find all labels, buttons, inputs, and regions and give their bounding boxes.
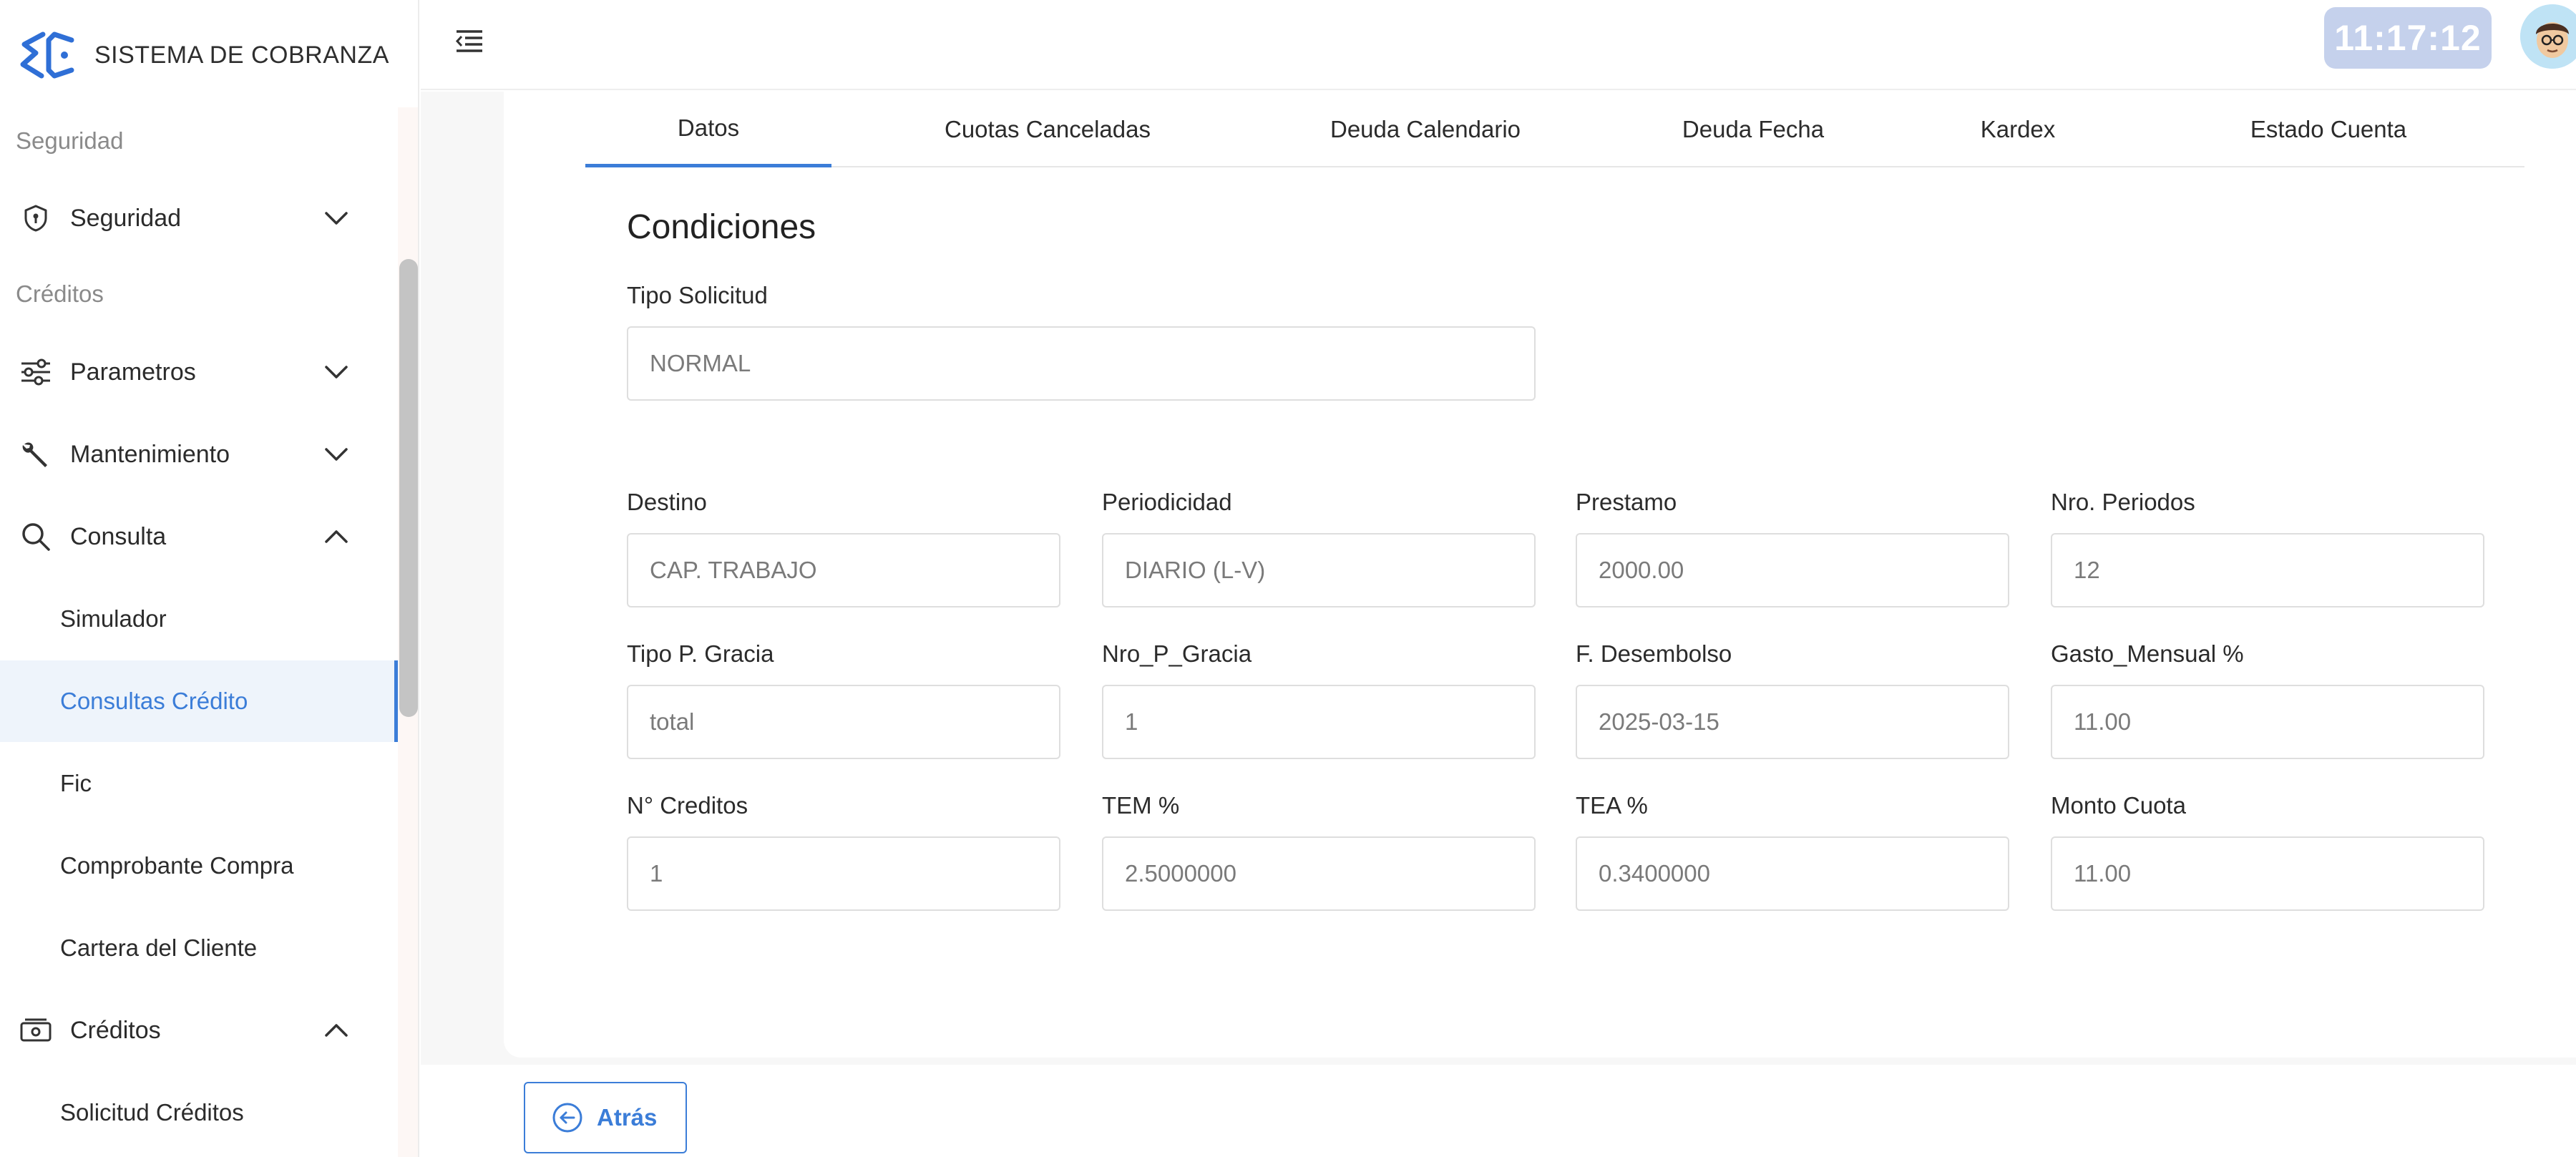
gasto-mensual-field[interactable] [2051,685,2484,759]
tea-field[interactable] [1576,836,2009,911]
field-label-gasto-mensual: Gasto_Mensual % [2051,640,2244,667]
chevron-up-icon [325,1024,348,1037]
tab-deuda-fecha[interactable]: Deuda Fecha [1631,92,1875,167]
field-label-prestamo: Prestamo [1576,489,1677,515]
sidebar-subitem-label: Comprobante Compra [60,852,294,879]
sidebar-subitem-label: Fic [60,770,92,796]
section-title-creditos: Créditos [16,280,104,307]
field-label-nro-periodos: Nro. Periodos [2051,489,2195,515]
shield-icon [19,201,53,235]
sidebar-subitem-simulador[interactable]: Simulador [0,578,398,660]
sidebar-item-label: Parametros [70,358,196,386]
section-title-seguridad: Seguridad [16,127,124,154]
field-label-tipo-solicitud: Tipo Solicitud [627,282,768,308]
sidebar-subitem-consultas-credito[interactable]: Consultas Crédito [0,660,398,742]
tipo-solicitud-field[interactable] [627,326,1536,401]
avatar[interactable] [2520,4,2576,69]
user-avatar-icon [2520,4,2576,69]
field-label-tipo-p-gracia: Tipo P. Gracia [627,640,774,667]
brand[interactable]: SISTEMA DE COBRANZA [14,29,389,82]
section-heading: Condiciones [627,208,816,246]
n-creditos-field[interactable] [627,836,1060,911]
sidebar-scrollbar-thumb[interactable] [399,259,418,717]
field-label-periodicidad: Periodicidad [1102,489,1232,515]
sidebar-subitem-label: Consultas Crédito [60,688,248,714]
tipo-p-gracia-field[interactable] [627,685,1060,759]
search-icon [19,519,53,554]
topbar: 11:17:12 [421,0,2576,90]
tab-estado-cuenta[interactable]: Estado Cuenta [2185,92,2472,167]
sidebar-item-label: Mantenimiento [70,440,230,468]
sidebar-item-creditos[interactable]: Créditos [0,990,398,1071]
destino-field[interactable] [627,533,1060,607]
chevron-down-icon [325,366,348,379]
tem-field[interactable] [1102,836,1536,911]
periodicidad-field[interactable] [1102,533,1536,607]
field-label-n-creditos: N° Creditos [627,792,748,819]
f-desembolso-field[interactable] [1576,685,2009,759]
sidebar-item-consulta[interactable]: Consulta [0,496,398,577]
sidebar-item-label: Consulta [70,522,167,550]
sidebar-subitem-label: Simulador [60,605,167,632]
sidebar-subitem-comprobante-compra[interactable]: Comprobante Compra [0,825,398,907]
sidebar-subitem-label: Cartera del Cliente [60,934,258,961]
prestamo-field[interactable] [1576,533,2009,607]
monto-cuota-field[interactable] [2051,836,2484,911]
sidebar-item-label: Seguridad [70,204,182,232]
app-title: SISTEMA DE COBRANZA [94,41,389,69]
sidebar: SISTEMA DE COBRANZA Seguridad Seguridad … [0,0,419,1157]
nro-p-gracia-field[interactable] [1102,685,1536,759]
field-label-tea: TEA % [1576,792,1648,819]
nro-periodos-field[interactable] [2051,533,2484,607]
arrow-left-circle-icon [552,1103,582,1133]
chevron-down-icon [325,448,348,461]
sidebar-item-label: Créditos [70,1016,161,1044]
field-label-destino: Destino [627,489,707,515]
sliders-icon [19,355,53,389]
footer-bar [421,1066,2576,1157]
sidebar-subitem-fic[interactable]: Fic [0,743,398,824]
chevron-up-icon [325,530,348,543]
sidebar-item-seguridad[interactable]: Seguridad [0,177,398,259]
sidebar-item-parametros[interactable]: Parametros [0,331,398,413]
tab-bar: Datos Cuotas Canceladas Deuda Calendario… [585,92,2524,167]
field-label-f-desembolso: F. Desembolso [1576,640,1732,667]
sidebar-item-mantenimiento[interactable]: Mantenimiento [0,414,398,495]
brand-logo-icon [20,31,74,79]
clock: 11:17:12 [2324,7,2492,69]
field-label-monto-cuota: Monto Cuota [2051,792,2186,819]
tab-cuotas-canceladas[interactable]: Cuotas Canceladas [897,92,1198,167]
wrench-icon [19,437,53,472]
menu-toggle-icon[interactable] [452,24,487,59]
field-label-tem: TEM % [1102,792,1180,819]
tab-kardex[interactable]: Kardex [1911,92,2125,167]
sidebar-subitem-label: Solicitud Créditos [60,1099,244,1126]
back-button-label: Atrás [597,1104,658,1131]
tab-deuda-calendario[interactable]: Deuda Calendario [1282,92,1568,167]
sidebar-subitem-cartera-cliente[interactable]: Cartera del Cliente [0,907,398,989]
field-label-nro-p-gracia: Nro_P_Gracia [1102,640,1252,667]
tab-datos[interactable]: Datos [585,92,831,167]
chevron-down-icon [325,212,348,225]
back-button[interactable]: Atrás [524,1082,687,1153]
cash-icon [19,1013,53,1048]
sidebar-subitem-solicitud-creditos[interactable]: Solicitud Créditos [0,1072,398,1153]
